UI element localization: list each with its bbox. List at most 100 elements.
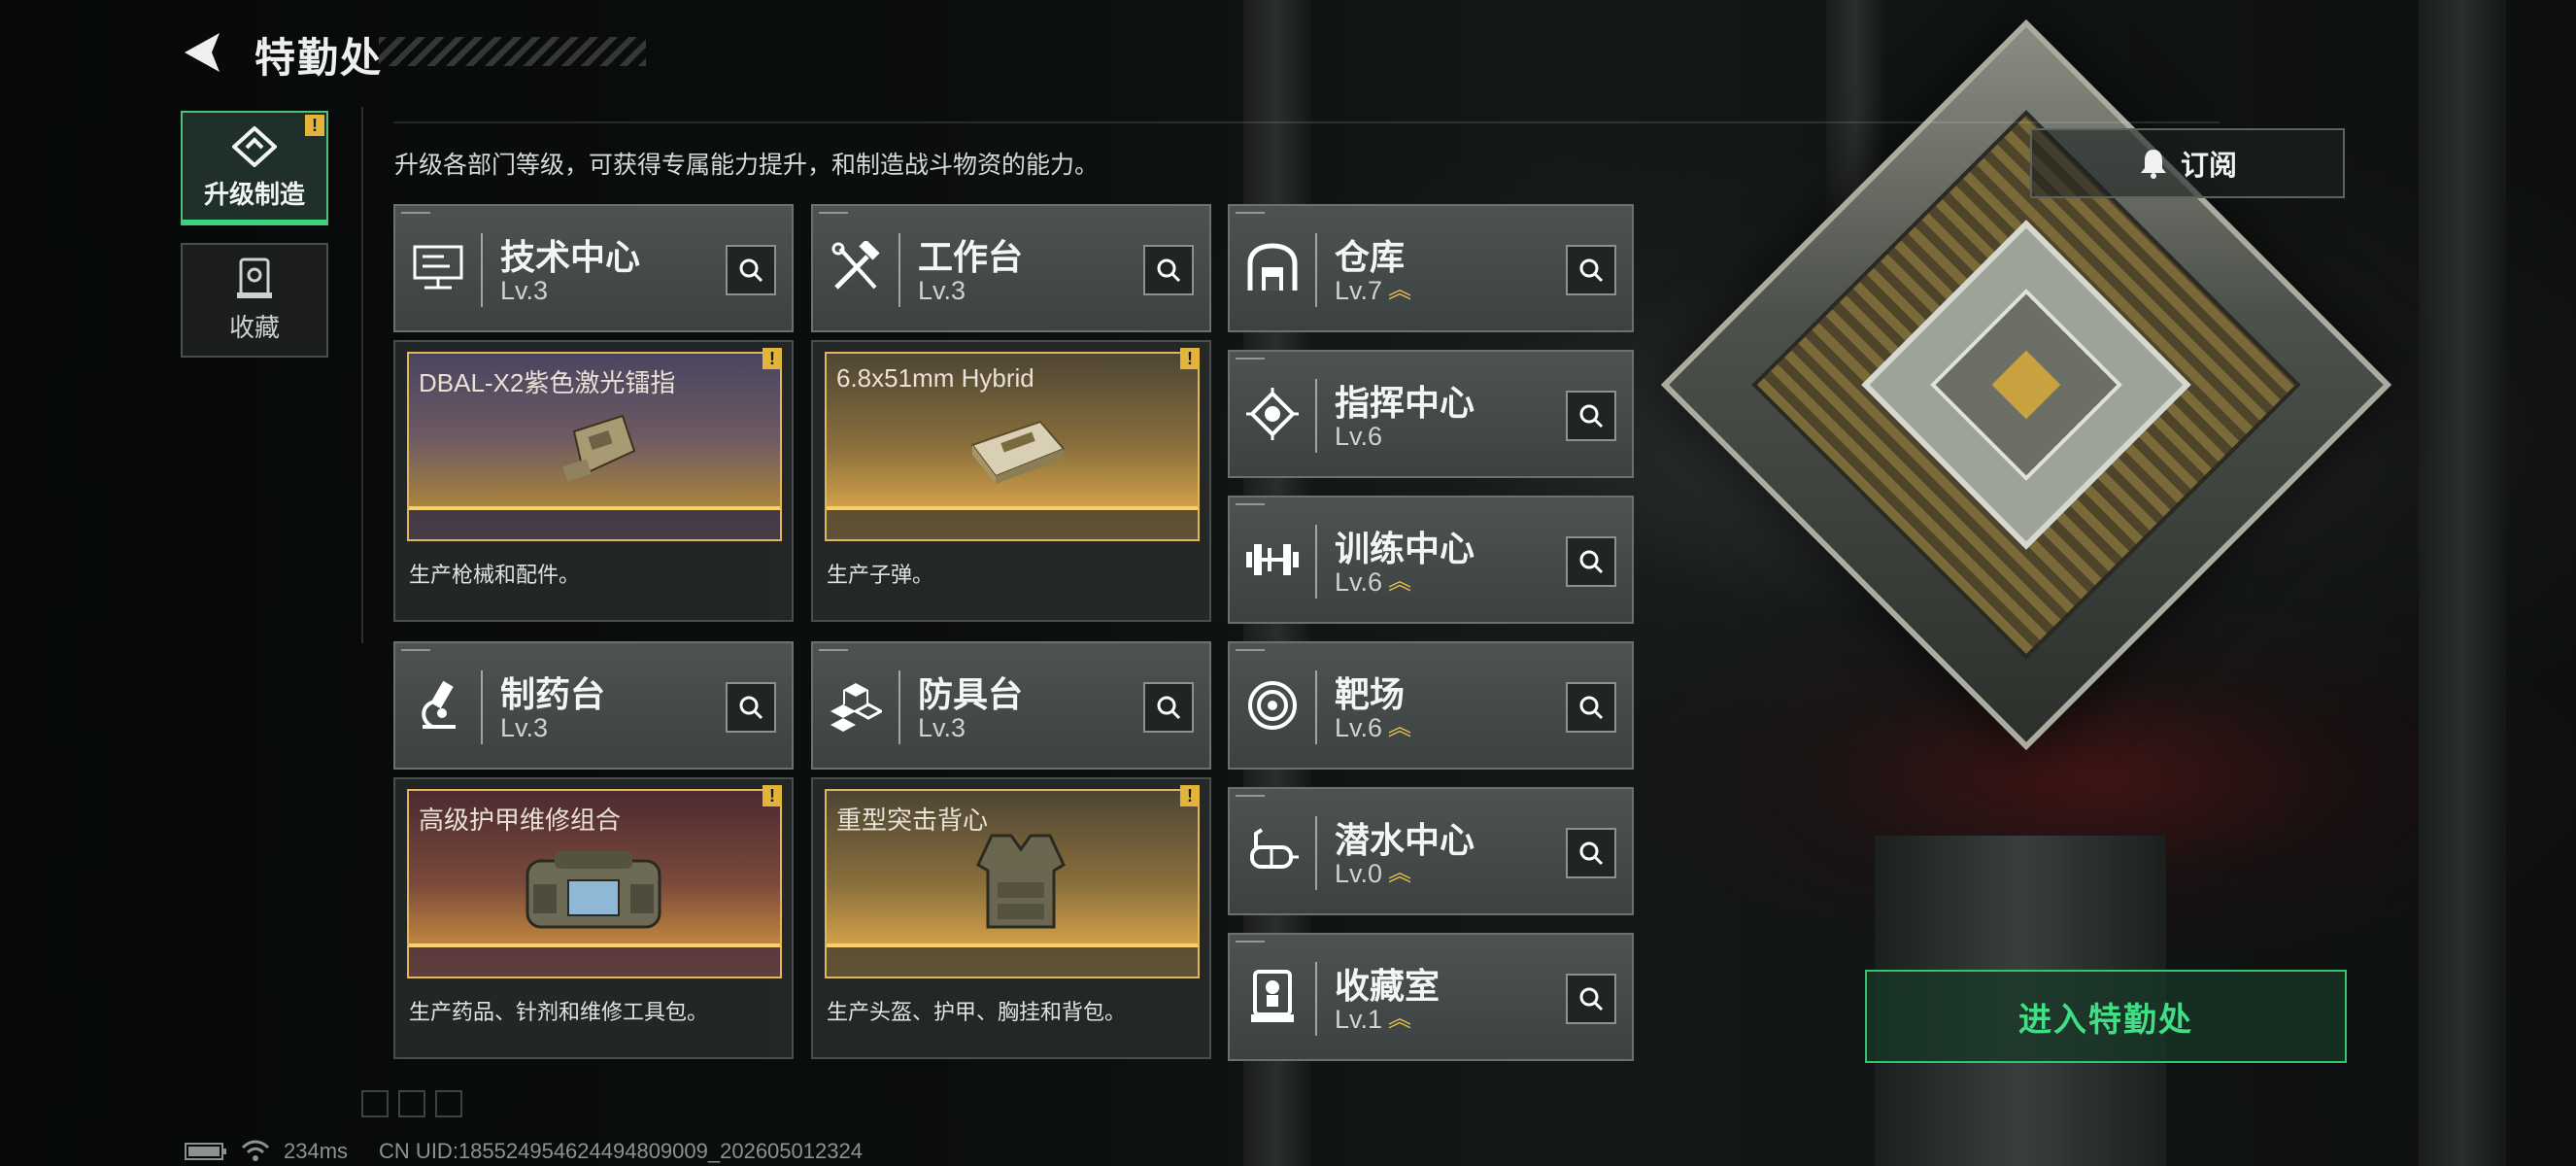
enter-button-label: 进入特勤处: [2018, 1001, 2193, 1039]
department-card-diving-center[interactable]: 潜水中心 Lv.0 ︽: [1228, 787, 1634, 915]
tab-label: 收藏: [228, 312, 280, 342]
department-level: Lv.1 ︽: [1335, 1005, 1412, 1034]
page-title: 特勤处: [254, 35, 384, 81]
alert-badge: !: [1180, 348, 1200, 369]
department-card-tech-center[interactable]: 技术中心 Lv.3: [393, 204, 794, 332]
command-chip-icon: [1243, 385, 1302, 443]
inspect-button[interactable]: [1566, 974, 1616, 1024]
display-case-icon: [1243, 968, 1302, 1026]
repair-kit-image: [525, 851, 661, 929]
ping-value: 234ms: [284, 1139, 349, 1163]
dumbbell-icon: [1243, 531, 1302, 589]
department-level: Lv.0 ︽: [1335, 859, 1412, 888]
laser-device-image: [562, 414, 636, 482]
department-name: 靶场: [1335, 674, 1406, 714]
divider: [393, 121, 2220, 123]
department-card-pharmacy[interactable]: 制药台 Lv.3: [393, 641, 794, 770]
product-card-tech-center[interactable]: DBAL-X2紫色激光镭指 ! 生产枪械和配件。: [393, 340, 794, 622]
bell-icon: [2140, 150, 2166, 179]
inspect-button[interactable]: [1566, 245, 1616, 295]
inspect-button[interactable]: [1566, 391, 1616, 441]
description-text: 升级各部门等级，可获得专属能力提升，和制造战斗物资的能力。: [394, 152, 1100, 179]
department-level: Lv.3: [918, 276, 966, 305]
divider: [361, 107, 363, 643]
tab-collection[interactable]: 收藏: [181, 243, 328, 358]
department-name: 仓库: [1335, 237, 1406, 277]
inspect-button[interactable]: [1566, 682, 1616, 733]
product-description: 生产头盔、护甲、胸挂和背包。: [827, 1000, 1127, 1024]
department-card-collection-room[interactable]: 收藏室 Lv.1 ︽: [1228, 933, 1634, 1061]
battery-icon: [185, 1143, 226, 1160]
search-icon: [739, 696, 763, 720]
circuit-board-icon: [409, 239, 467, 297]
diving-mask-icon: [1243, 822, 1302, 880]
department-name: 训练中心: [1335, 529, 1475, 568]
inspect-button[interactable]: [726, 245, 776, 295]
product-name: 高级护甲维修组合: [419, 806, 622, 835]
upgrade-diamond-icon: [232, 125, 277, 167]
ammo-box-image: [970, 420, 1066, 484]
subscribe-button[interactable]: 订阅: [2030, 128, 2345, 198]
search-icon: [1579, 987, 1604, 1012]
tab-label: 升级制造: [203, 179, 305, 209]
product-description: 生产子弹。: [827, 563, 934, 587]
department-name: 技术中心: [500, 237, 641, 277]
upgrade-available-icon: ︽: [1388, 1006, 1412, 1033]
product-card-armor-bench[interactable]: 重型突击背心 ! 生产头盔、护甲、胸挂和背包。: [811, 777, 1211, 1059]
search-icon: [1157, 258, 1181, 283]
upgrade-available-icon: ︽: [1388, 714, 1412, 741]
search-icon: [1579, 841, 1604, 866]
department-name: 收藏室: [1335, 966, 1441, 1006]
search-icon: [1579, 696, 1604, 720]
assault-vest-image: [976, 834, 1066, 929]
alert-badge: !: [763, 785, 782, 806]
wifi-icon: [241, 1140, 270, 1161]
product-card-pharmacy[interactable]: 高级护甲维修组合 ! 生产药品、针剂和维修工具包。: [393, 777, 794, 1059]
search-icon: [739, 258, 763, 283]
armor-blocks-icon: [827, 676, 885, 735]
product-name: DBAL-X2紫色激光镭指: [419, 368, 676, 397]
target-icon: [1243, 676, 1302, 735]
title-decoration: [379, 37, 646, 66]
inspect-button[interactable]: [1143, 682, 1194, 733]
tab-upgrade-craft[interactable]: 升级制造 !: [181, 111, 328, 225]
microscope-icon: [409, 676, 467, 735]
upgrade-available-icon: ︽: [1388, 277, 1412, 304]
department-level: Lv.3: [500, 276, 549, 305]
department-card-armor-bench[interactable]: 防具台 Lv.3: [811, 641, 1211, 770]
inspect-button[interactable]: [1143, 245, 1194, 295]
product-description: 生产枪械和配件。: [409, 563, 581, 587]
enter-special-ops-button[interactable]: 进入特勤处: [1865, 970, 2347, 1063]
background-pillar: [2419, 0, 2506, 1166]
tools-icon: [827, 239, 885, 297]
department-name: 制药台: [500, 674, 606, 714]
department-name: 潜水中心: [1335, 820, 1475, 860]
status-bar: 234ms CN UID:18552495462449480​9009_2026…: [185, 1139, 863, 1164]
product-card-workbench[interactable]: 6.8x51mm Hybrid ! 生产子弹。: [811, 340, 1211, 622]
alert-badge: !: [763, 348, 782, 369]
department-level: Lv.3: [918, 713, 966, 742]
department-level: Lv.7 ︽: [1335, 276, 1412, 305]
department-card-warehouse[interactable]: 仓库 Lv.7 ︽: [1228, 204, 1634, 332]
department-level: Lv.3: [500, 713, 549, 742]
inspect-button[interactable]: [726, 682, 776, 733]
upgrade-available-icon: ︽: [1388, 860, 1412, 887]
department-card-training-center[interactable]: 训练中心 Lv.6 ︽: [1228, 496, 1634, 624]
product-description: 生产药品、针剂和维修工具包。: [409, 1000, 709, 1024]
alert-badge: !: [1180, 785, 1200, 806]
department-level: Lv.6: [1335, 422, 1383, 451]
inspect-button[interactable]: [1566, 828, 1616, 878]
department-card-command-center[interactable]: 指挥中心 Lv.6: [1228, 350, 1634, 478]
back-button[interactable]: [181, 27, 223, 78]
page-indicator-decoration: [361, 1090, 462, 1117]
back-arrow-icon: [185, 33, 220, 72]
alert-badge: !: [305, 115, 324, 136]
user-uid: CN UID:18552495462449480​9009_2026050123…: [379, 1139, 863, 1163]
department-card-shooting-range[interactable]: 靶场 Lv.6 ︽: [1228, 641, 1634, 770]
inspect-button[interactable]: [1566, 536, 1616, 587]
upgrade-available-icon: ︽: [1388, 568, 1412, 596]
product-name: 重型突击背心: [836, 806, 989, 835]
department-card-workbench[interactable]: 工作台 Lv.3: [811, 204, 1211, 332]
search-icon: [1579, 404, 1604, 429]
collection-case-icon: [237, 257, 272, 298]
